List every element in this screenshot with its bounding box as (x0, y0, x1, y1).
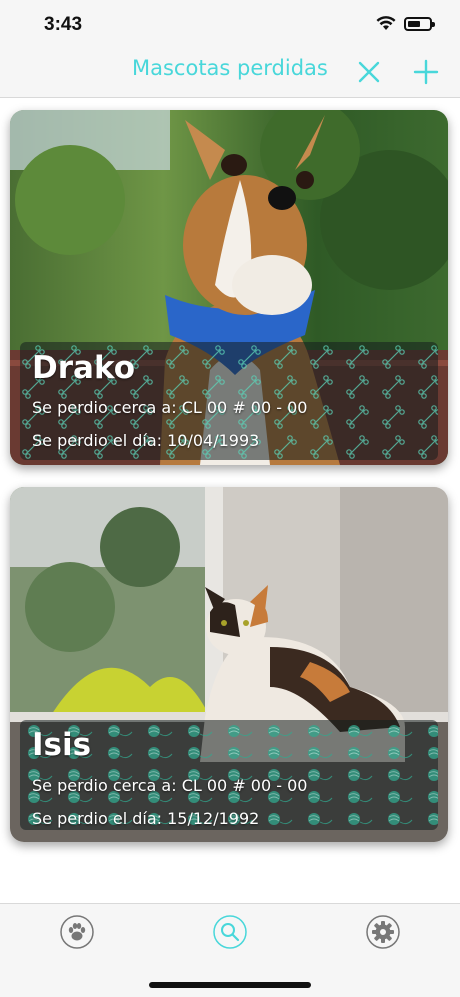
battery-icon (404, 16, 435, 31)
tab-pets[interactable] (59, 914, 95, 950)
pet-name: Drako (32, 350, 136, 386)
nav-bar: Mascotas perdidas (0, 50, 460, 98)
tab-settings[interactable] (365, 914, 401, 950)
close-button[interactable] (355, 58, 383, 86)
search-icon (213, 915, 247, 949)
tab-search[interactable] (212, 914, 248, 950)
close-icon (358, 61, 380, 83)
pet-location: Se perdio cerca a: CL 00 # 00 - 00 (32, 398, 308, 417)
home-indicator (149, 982, 311, 988)
status-icons (376, 16, 435, 31)
plus-icon (413, 59, 439, 85)
pet-card[interactable]: Isis Se perdio cerca a: CL 00 # 00 - 00 … (10, 487, 448, 842)
pet-lost-date: Se perdio el día: 15/12/1992 (32, 809, 260, 828)
wifi-icon (376, 16, 396, 30)
status-bar: 3:43 (0, 0, 460, 50)
add-pet-button[interactable] (412, 58, 440, 86)
gear-icon (366, 915, 400, 949)
pet-lost-date: Se perdio el día: 10/04/1993 (32, 431, 260, 450)
pet-location: Se perdio cerca a: CL 00 # 00 - 00 (32, 776, 308, 795)
status-time: 3:43 (44, 14, 83, 35)
paw-icon (60, 915, 94, 949)
page-title: Mascotas perdidas (132, 56, 328, 80)
pet-card[interactable]: Drako Se perdio cerca a: CL 00 # 00 - 00… (10, 110, 448, 465)
pet-name: Isis (32, 727, 92, 763)
